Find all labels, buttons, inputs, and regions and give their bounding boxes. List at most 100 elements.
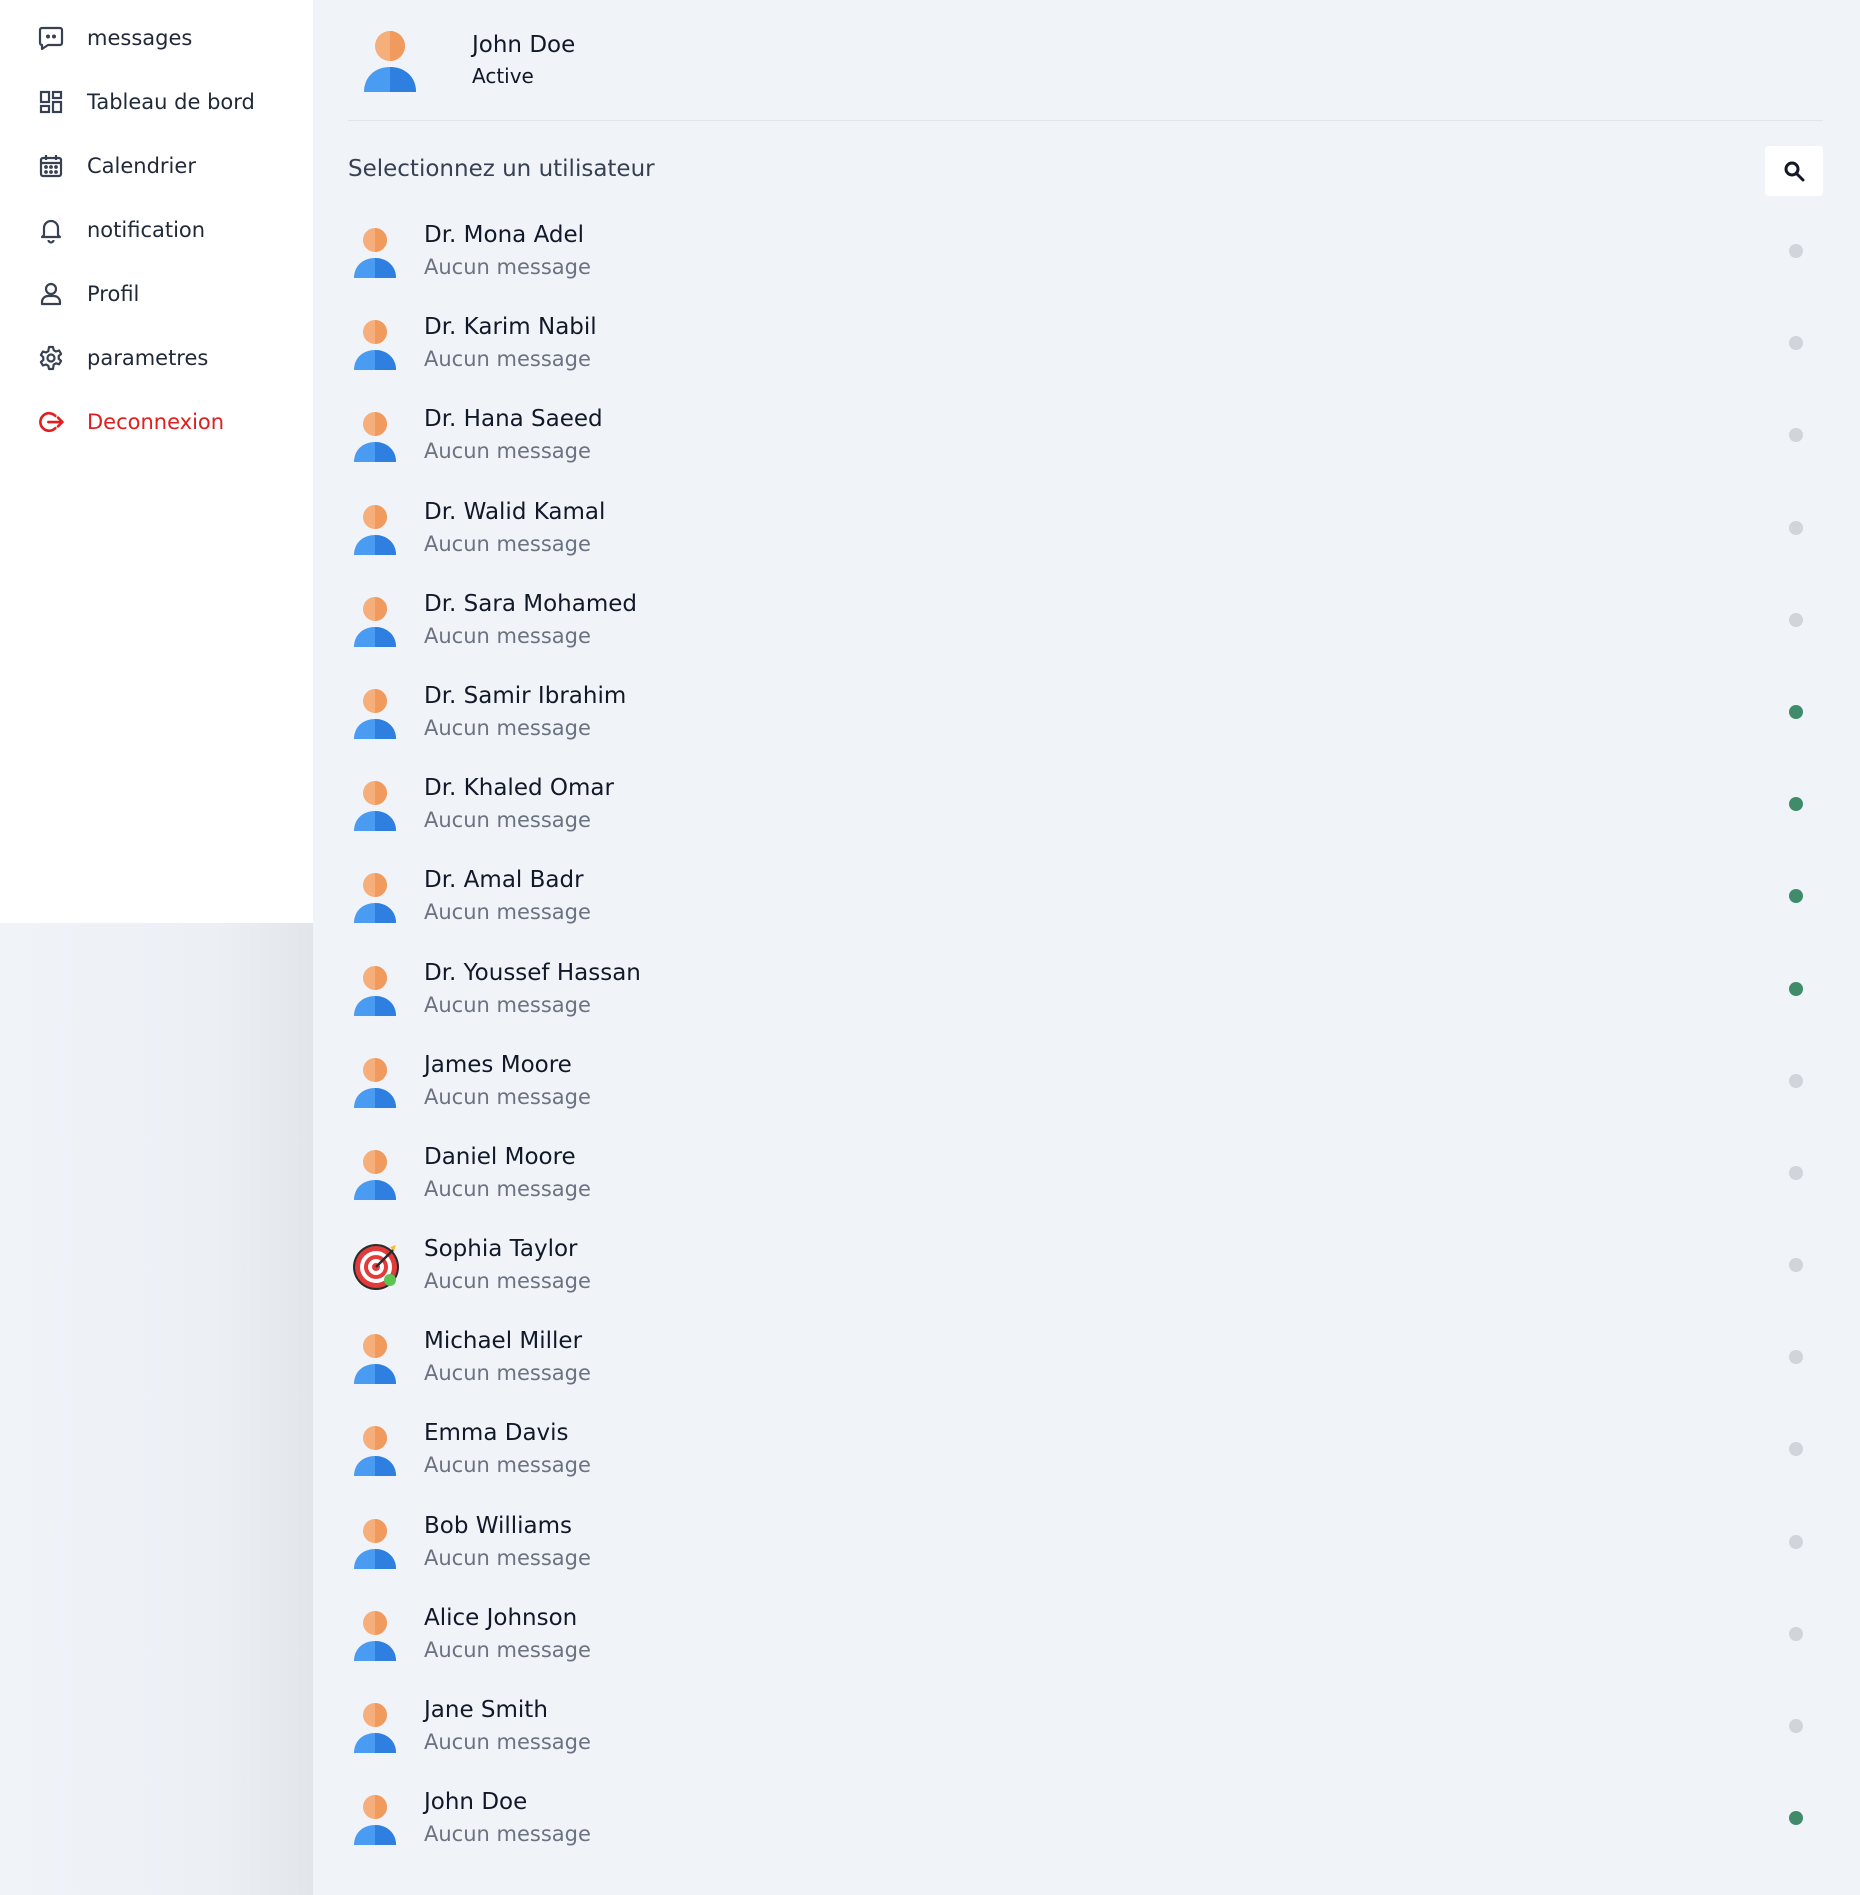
user-name: Dr. Youssef Hassan [424, 959, 641, 986]
list-item[interactable]: James Moore Aucun message [348, 1035, 1823, 1127]
online-status-dot [1789, 797, 1803, 812]
sidebar-item-messages[interactable]: messages [0, 10, 313, 66]
person-avatar [352, 688, 398, 740]
last-message: Aucun message [424, 1361, 591, 1386]
list-item[interactable]: Dr. Khaled Omar Aucun message [348, 758, 1823, 850]
list-item[interactable]: Alice Johnson Aucun message [348, 1588, 1823, 1680]
user-name: Dr. Samir Ibrahim [424, 682, 627, 709]
sidebar-item-notification[interactable]: notification [0, 202, 313, 258]
person-avatar [352, 1425, 398, 1477]
search-button[interactable] [1765, 146, 1823, 196]
list-item[interactable]: Dr. Karim Nabil Aucun message [348, 297, 1823, 389]
online-status-dot [1789, 704, 1803, 719]
sidebar-item-label: Profil [87, 282, 140, 306]
offline-status-dot [1789, 1165, 1803, 1180]
list-item[interactable]: Michael Miller Aucun message [348, 1311, 1823, 1403]
last-message: Aucun message [424, 900, 591, 925]
chat-main-panel: John Doe Active Selectionnez un utilisat… [313, 0, 1860, 1895]
person-avatar [352, 411, 398, 463]
list-item[interactable]: Dr. Amal Badr Aucun message [348, 850, 1823, 942]
list-item[interactable]: Dr. Samir Ibrahim Aucun message [348, 666, 1823, 758]
user-name: Dr. Hana Saeed [424, 406, 603, 433]
last-message: Aucun message [424, 715, 591, 740]
user-name: Dr. Karim Nabil [424, 314, 597, 341]
offline-status-dot [1789, 1073, 1803, 1088]
offline-status-dot [1789, 1626, 1803, 1641]
person-avatar [352, 1702, 398, 1754]
list-item[interactable]: Daniel Moore Aucun message [348, 1127, 1823, 1219]
sidebar-item-dashboard[interactable]: Tableau de bord [0, 74, 313, 130]
calendar-icon [37, 152, 65, 180]
list-item[interactable]: Dr. Walid Kamal Aucun message [348, 482, 1823, 574]
person-avatar [352, 1794, 398, 1846]
sidebar-item-profil[interactable]: Profil [0, 266, 313, 322]
last-message: Aucun message [424, 439, 591, 464]
user-name: Emma Davis [424, 1420, 569, 1447]
last-message: Aucun message [424, 1637, 591, 1662]
sidebar-item-label: Calendrier [87, 154, 196, 178]
offline-status-dot [1789, 520, 1803, 535]
user-name: James Moore [424, 1051, 572, 1078]
user-name: John Doe [424, 1789, 528, 1816]
user-name: Sophia Taylor [424, 1236, 578, 1263]
person-avatar [352, 227, 398, 279]
list-item[interactable]: Dr. Sara Mohamed Aucun message [348, 574, 1823, 666]
offline-status-dot [1789, 612, 1803, 627]
search-prompt: Selectionnez un utilisateur [348, 156, 655, 182]
person-avatar [352, 504, 398, 556]
bell-icon [37, 216, 65, 244]
last-message: Aucun message [424, 255, 591, 279]
last-message: Aucun message [424, 623, 591, 648]
person-avatar [352, 965, 398, 1017]
user-name: Dr. Mona Adel [424, 222, 585, 248]
user-name: Daniel Moore [424, 1143, 576, 1170]
list-item[interactable]: John Doe Aucun message [348, 1772, 1823, 1864]
offline-status-dot [1789, 428, 1803, 443]
person-avatar [352, 1057, 398, 1109]
offline-status-dot [1789, 1258, 1803, 1273]
sidebar-item-label: parametres [87, 346, 209, 370]
user-name: Jane Smith [424, 1697, 548, 1723]
user-name: Dr. Walid Kamal [424, 498, 606, 525]
list-item[interactable]: Dr. Mona Adel Aucun message [348, 205, 1823, 297]
offline-status-dot [1789, 1442, 1803, 1457]
list-item[interactable]: Dr. Youssef Hassan Aucun message [348, 943, 1823, 1035]
user-icon [37, 280, 65, 308]
list-item[interactable]: Emma Davis Aucun message [348, 1403, 1823, 1495]
person-avatar [352, 596, 398, 648]
last-message: Aucun message [424, 347, 591, 372]
user-name: Bob Williams [424, 1512, 573, 1539]
offline-status-dot [1789, 336, 1803, 351]
online-status-dot [1789, 981, 1803, 996]
list-item[interactable]: Bob Williams Aucun message [348, 1496, 1823, 1588]
last-message: Aucun message [424, 1176, 591, 1201]
last-message: Aucun message [424, 1453, 591, 1478]
list-item[interactable]: Sophia Taylor Aucun message [348, 1219, 1823, 1311]
person-avatar [352, 780, 398, 832]
sidebar-item-parametres[interactable]: parametres [0, 330, 313, 386]
sidebar-item-logout[interactable]: Deconnexion [0, 394, 313, 450]
gear-icon [37, 344, 65, 372]
current-user-name: John Doe [472, 32, 576, 58]
online-status-dot [1789, 1811, 1803, 1826]
list-item[interactable]: Jane Smith Aucun message [348, 1680, 1823, 1772]
user-name: Michael Miller [424, 1328, 583, 1355]
offline-status-dot [1789, 1350, 1803, 1365]
last-message: Aucun message [424, 1730, 591, 1754]
sidebar: messages Tableau de bord Calendrier noti… [0, 0, 313, 923]
last-message: Aucun message [424, 1822, 591, 1847]
sidebar-item-calendar[interactable]: Calendrier [0, 138, 313, 194]
user-name: Dr. Sara Mohamed [424, 590, 637, 617]
current-user-status: Active [472, 64, 534, 88]
sidebar-item-label: messages [87, 26, 193, 50]
offline-status-dot [1789, 1534, 1803, 1549]
user-name: Dr. Amal Badr [424, 867, 584, 894]
list-item[interactable]: Dr. Hana Saeed Aucun message [348, 389, 1823, 481]
user-list: Dr. Mona Adel Aucun message Dr. Karim Nab… [348, 205, 1823, 1864]
last-message: Aucun message [424, 1545, 591, 1570]
user-search-bar: Selectionnez un utilisateur [348, 146, 1823, 196]
last-message: Aucun message [424, 808, 591, 833]
person-avatar [352, 1610, 398, 1662]
last-message: Aucun message [424, 1269, 591, 1294]
sidebar-shadow [0, 923, 313, 1895]
